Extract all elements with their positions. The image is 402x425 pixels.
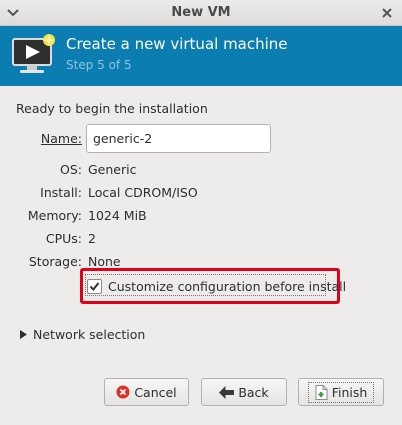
- back-button[interactable]: Back: [201, 378, 287, 406]
- wizard-title: Create a new virtual machine: [66, 35, 288, 53]
- title-bar[interactable]: New VM: [0, 0, 402, 26]
- cpus-label: CPUs:: [45, 231, 82, 246]
- finish-button[interactable]: Finish: [298, 378, 384, 406]
- arrow-left-icon: [219, 385, 235, 399]
- cancel-button[interactable]: Cancel: [104, 378, 189, 406]
- close-button[interactable]: [378, 4, 396, 22]
- window-title: New VM: [171, 5, 231, 20]
- install-label: Install:: [40, 185, 82, 200]
- new-vm-dialog: New VM Create a new virtual machine Step…: [0, 0, 402, 425]
- computer-new-icon: [12, 34, 55, 73]
- finish-button-focus: Finish: [307, 381, 375, 403]
- memory-value: 1024 MiB: [88, 208, 147, 223]
- cancel-button-label: Cancel: [134, 384, 177, 400]
- network-selection-expander[interactable]: Network selection: [20, 327, 145, 342]
- customize-checkbox-label: Customize configuration before install: [108, 278, 347, 294]
- memory-label: Memory:: [27, 208, 82, 223]
- triangle-right-icon: [20, 330, 27, 339]
- network-selection-label: Network selection: [33, 327, 146, 342]
- os-label: OS:: [60, 162, 82, 177]
- summary-heading: Ready to begin the installation: [16, 101, 208, 116]
- install-value: Local CDROM/ISO: [88, 185, 198, 200]
- cancel-icon: [116, 385, 130, 399]
- name-label-text: Name:: [40, 131, 82, 146]
- vm-name-input[interactable]: [86, 124, 271, 153]
- document-new-icon: [315, 384, 328, 400]
- name-label: Name:: [41, 131, 82, 146]
- cpus-value: 2: [88, 231, 96, 246]
- storage-value: None: [88, 254, 121, 269]
- os-value: Generic: [88, 162, 137, 177]
- customize-checkbox[interactable]: [87, 278, 102, 294]
- checkmark-icon: [89, 281, 100, 291]
- wizard-step: Step 5 of 5: [66, 58, 132, 72]
- close-icon: [382, 8, 392, 18]
- customize-checkbox-row[interactable]: Customize configuration before install: [87, 275, 346, 297]
- wizard-header: Create a new virtual machine Step 5 of 5: [0, 26, 402, 86]
- finish-button-label: Finish: [331, 384, 368, 400]
- storage-label: Storage:: [28, 254, 82, 269]
- back-button-label: Back: [238, 384, 269, 400]
